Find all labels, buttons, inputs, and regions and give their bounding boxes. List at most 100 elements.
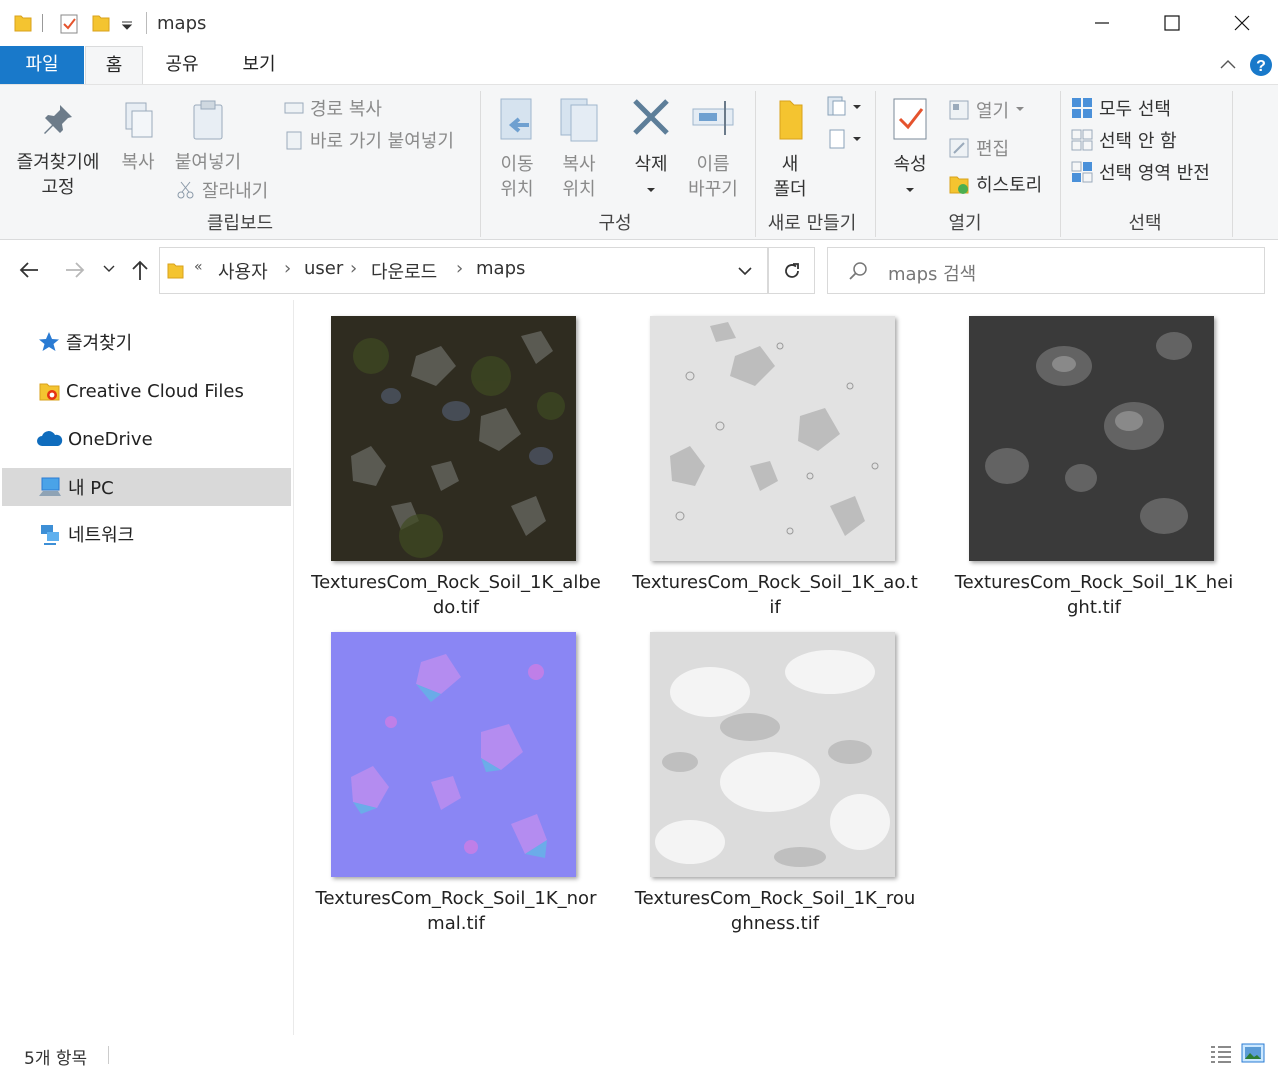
tab-home[interactable]: 홈 <box>85 46 143 84</box>
edit-button[interactable]: 편집 <box>948 135 1009 161</box>
easy-access-icon[interactable] <box>826 127 862 151</box>
breadcrumb-item[interactable]: maps <box>476 258 525 279</box>
delete-button[interactable]: 삭제 <box>624 95 678 202</box>
sidebar-item-label: 네트워크 <box>68 525 135 546</box>
select-all-icon <box>1072 98 1092 118</box>
history-label: 히스토리 <box>976 175 1043 196</box>
open-button[interactable]: 열기 <box>948 97 1025 123</box>
select-all-label: 모두 선택 <box>1099 99 1171 120</box>
pin-to-quick-access-button[interactable]: 즐겨찾기에 고정 <box>8 99 108 200</box>
network-icon <box>41 525 59 545</box>
star-icon <box>39 332 59 351</box>
window-title: maps <box>157 13 207 34</box>
svg-text:?: ? <box>1256 58 1266 75</box>
height-texture-thumbnail <box>969 316 1214 561</box>
maximize-icon <box>1164 15 1180 31</box>
folder-icon <box>14 15 32 32</box>
address-bar[interactable]: « 사용자 › user › 다운로드 › maps <box>159 247 768 294</box>
breadcrumb-item[interactable]: 사용자 <box>218 258 268 284</box>
cut-button[interactable]: 잘라내기 <box>176 177 268 203</box>
new-folder-button[interactable]: 새 폴더 <box>764 95 816 202</box>
sidebar-item-label: 내 PC <box>68 478 114 499</box>
quick-access-dropdown-icon[interactable] <box>120 18 134 30</box>
paste-shortcut-label: 바로 가기 붙여넣기 <box>310 131 454 152</box>
select-none-button[interactable]: 선택 안 함 <box>1071 127 1177 153</box>
close-button[interactable] <box>1208 0 1276 46</box>
divider <box>755 91 756 237</box>
normal-map-thumbnail <box>331 632 576 877</box>
file-name: TexturesCom_Rock_Soil_1K_albedo.tif <box>311 572 601 618</box>
file-name: TexturesCom_Rock_Soil_1K_roughness.tif <box>634 888 916 934</box>
up-arrow-icon[interactable] <box>130 258 150 282</box>
rename-button[interactable]: 이름 바꾸기 <box>682 95 744 202</box>
navigation-pane: 즐겨찾기 Creative Cloud Files OneDrive 내 PC … <box>0 300 294 1035</box>
copy-to-label-2: 위치 <box>562 179 596 200</box>
back-arrow-icon[interactable] <box>18 260 40 280</box>
tab-file[interactable]: 파일 <box>0 46 84 84</box>
copy-path-button[interactable]: 경로 복사 <box>284 95 382 121</box>
collapse-ribbon-icon[interactable] <box>1219 58 1237 70</box>
title-bar: maps <box>0 0 1278 46</box>
sidebar-item-this-pc[interactable]: 내 PC <box>2 468 291 506</box>
large-icons-view-icon[interactable] <box>1241 1043 1265 1063</box>
tab-view[interactable]: 보기 <box>228 46 290 84</box>
refresh-icon <box>784 262 799 278</box>
navigation-bar: « 사용자 › user › 다운로드 › maps maps 검색 <box>0 240 1278 300</box>
divider <box>480 91 481 237</box>
folder-icon <box>167 263 184 279</box>
tab-share[interactable]: 공유 <box>152 46 212 84</box>
file-name: TexturesCom_Rock_Soil_1K_height.tif <box>954 572 1234 618</box>
copy-path-icon <box>284 102 304 114</box>
properties-label: 속성 <box>893 154 927 175</box>
recent-locations-chevron-icon[interactable] <box>102 264 116 274</box>
properties-button[interactable]: 속성 <box>884 95 936 202</box>
new-item-icon[interactable] <box>826 95 862 119</box>
copy-to-button[interactable]: 복사 위치 <box>550 95 608 202</box>
chevron-down-icon <box>1016 107 1025 111</box>
breadcrumb-separator: › <box>284 258 292 279</box>
sidebar-item-network[interactable]: 네트워크 <box>2 515 291 553</box>
sidebar-item-quick-access[interactable]: 즐겨찾기 <box>2 323 291 361</box>
roughness-texture-thumbnail <box>650 632 895 877</box>
maximize-button[interactable] <box>1138 0 1206 46</box>
search-box[interactable]: maps 검색 <box>827 247 1265 294</box>
ao-texture-thumbnail <box>650 316 895 561</box>
divider <box>875 91 876 237</box>
history-button[interactable]: 히스토리 <box>948 171 1042 197</box>
select-all-button[interactable]: 모두 선택 <box>1071 95 1171 121</box>
forward-arrow-icon[interactable] <box>64 260 86 280</box>
edit-label: 편집 <box>976 139 1010 160</box>
pin-icon <box>44 105 72 134</box>
onedrive-cloud-icon <box>37 431 63 446</box>
divider <box>1232 91 1233 237</box>
paste-label: 붙여넣기 <box>174 152 242 173</box>
copy-button[interactable]: 복사 <box>112 99 164 175</box>
details-view-icon[interactable] <box>1210 1044 1232 1064</box>
creative-cloud-folder-icon <box>39 383 60 401</box>
minimize-button[interactable] <box>1068 0 1136 46</box>
breadcrumb-separator: › <box>456 258 464 279</box>
open-group-label: 열기 <box>948 213 982 234</box>
invert-selection-icon <box>1071 161 1093 183</box>
help-icon[interactable]: ? <box>1249 53 1273 77</box>
paste-button[interactable]: 붙여넣기 <box>170 99 246 175</box>
address-dropdown-icon[interactable] <box>737 265 753 277</box>
sidebar-item-onedrive[interactable]: OneDrive <box>2 420 291 458</box>
move-to-button[interactable]: 이동 위치 <box>488 95 546 202</box>
new-folder-label-2: 폴더 <box>773 179 807 200</box>
refresh-button[interactable] <box>768 247 815 294</box>
overflow-chevron[interactable]: « <box>194 259 203 275</box>
select-none-icon <box>1071 129 1093 151</box>
properties-quick-icon[interactable] <box>60 12 78 34</box>
divider <box>1060 91 1061 237</box>
ribbon: 즐겨찾기에 고정 복사 붙여넣기 경로 복사 바로 가기 붙여넣기 잘라내기 클… <box>0 84 1278 240</box>
paste-shortcut-button[interactable]: 바로 가기 붙여넣기 <box>284 127 454 153</box>
pin-label-1: 즐겨찾기에 <box>16 152 100 173</box>
new-folder-quick-icon[interactable] <box>92 12 110 32</box>
invert-selection-button[interactable]: 선택 영역 반전 <box>1071 159 1210 185</box>
sidebar-item-creative-cloud[interactable]: Creative Cloud Files <box>2 372 291 410</box>
ribbon-tabs: 파일 홈 공유 보기 ? <box>0 46 1278 84</box>
breadcrumb-item[interactable]: user <box>304 258 343 279</box>
copy-path-label: 경로 복사 <box>310 99 382 120</box>
breadcrumb-item[interactable]: 다운로드 <box>371 258 437 284</box>
